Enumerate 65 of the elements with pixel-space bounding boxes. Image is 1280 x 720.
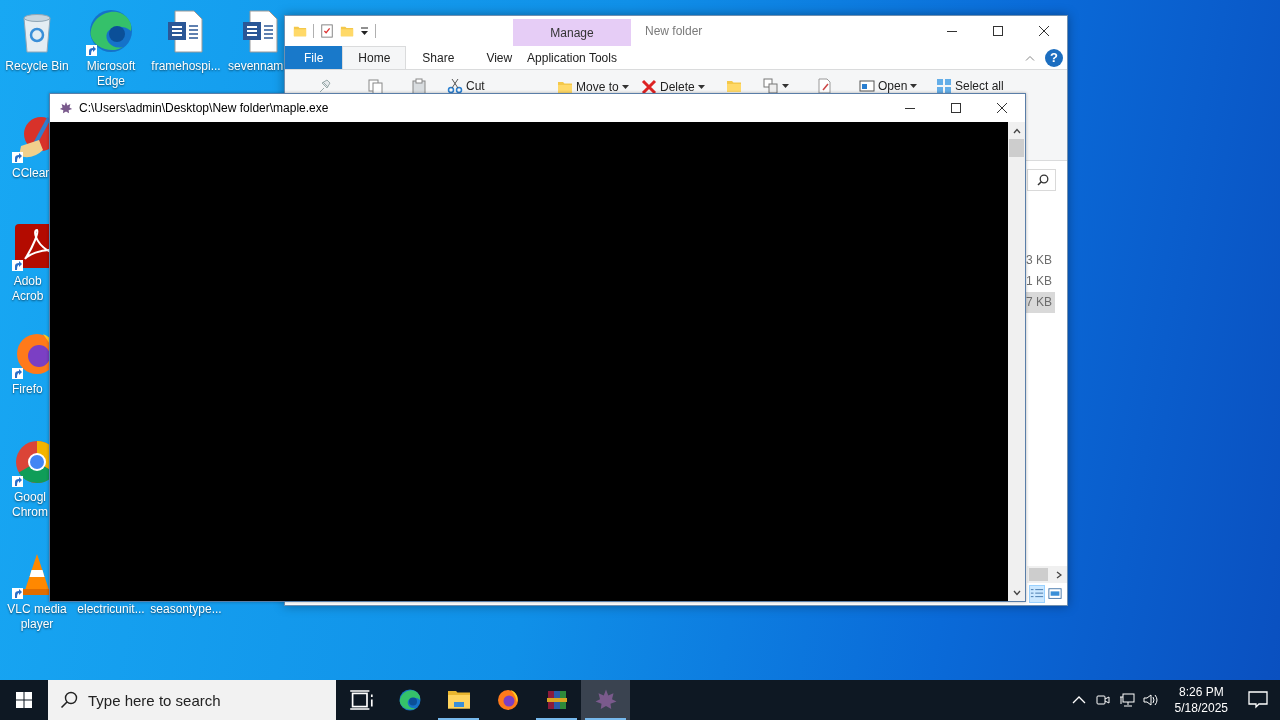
- picture-frame-icon: [1048, 587, 1062, 601]
- window-title: C:\Users\admin\Desktop\New folder\maple.exe: [79, 101, 330, 115]
- speaker-icon[interactable]: [1142, 692, 1159, 708]
- help-button[interactable]: ?: [1045, 48, 1063, 67]
- icon-label[interactable]: VLC media player: [7, 602, 67, 632]
- scroll-thumb[interactable]: [1009, 139, 1024, 157]
- icon-label[interactable]: CClear: [1, 166, 50, 181]
- icon-label[interactable]: Firefo: [1, 382, 43, 397]
- task-view-icon: [348, 688, 373, 712]
- search-icon: [60, 691, 78, 709]
- icon-label[interactable]: Recycle Bin: [5, 59, 69, 74]
- delete-icon: [641, 78, 657, 95]
- clock-time[interactable]: 8:26 PM: [1178, 684, 1224, 700]
- icon-label[interactable]: sevennam: [225, 59, 284, 74]
- chevron-right-icon: [1055, 570, 1062, 579]
- open-button[interactable]: Open: [859, 77, 936, 94]
- properties-icon[interactable]: [320, 24, 334, 38]
- icon-label[interactable]: seasontype...: [150, 602, 222, 617]
- books-icon: [544, 688, 569, 712]
- browser-icon: [495, 688, 520, 712]
- scissors-icon: [447, 77, 463, 94]
- icon-label[interactable]: electricunit...: [77, 602, 145, 617]
- horizontal-scrollbar[interactable]: [1027, 566, 1067, 583]
- file-size: 3 KB: [1025, 252, 1053, 269]
- scroll-thumb[interactable]: [1029, 568, 1048, 581]
- folder-icon: [446, 688, 471, 712]
- select-all-button[interactable]: Select all: [936, 77, 1036, 94]
- file-size: 1 KB: [1025, 273, 1053, 290]
- contextual-tab-header: Manage: [513, 19, 631, 46]
- ribbon-tab[interactable]: File: [285, 46, 343, 69]
- grid-icon: [936, 77, 952, 94]
- ribbon-tab[interactable]: Share: [406, 46, 471, 69]
- maximize-icon: [993, 26, 1003, 36]
- folder-icon: [293, 24, 307, 38]
- icon-label[interactable]: Adob Acrob: [1, 274, 44, 304]
- icon-label[interactable]: Googl Chrom: [1, 490, 48, 520]
- search-input[interactable]: Type here to search: [88, 681, 318, 719]
- camera-icon[interactable]: [1094, 692, 1111, 708]
- browser-icon[interactable]: [87, 7, 135, 55]
- chevron-up-icon: [1012, 127, 1021, 134]
- close-icon: [997, 103, 1007, 113]
- window-title: New folder: [644, 24, 704, 38]
- vertical-scrollbar[interactable]: [1008, 122, 1025, 601]
- search-field[interactable]: Type here to search: [48, 680, 336, 720]
- caret-icon[interactable]: [360, 26, 369, 36]
- icon-label[interactable]: framehospi...: [151, 59, 221, 74]
- maximize-icon: [951, 103, 961, 113]
- browser-icon: [397, 688, 422, 712]
- pdf-app-icon[interactable]: [13, 222, 49, 270]
- ribbon-tab[interactable]: Home: [342, 46, 407, 69]
- search-icon: [1037, 174, 1049, 186]
- delete-button[interactable]: Delete: [641, 78, 726, 95]
- network-icon[interactable]: [1118, 692, 1135, 708]
- details-view-button[interactable]: [1029, 585, 1045, 603]
- speech-bubble-icon: [1248, 691, 1268, 709]
- search-field[interactable]: [1027, 169, 1056, 191]
- ribbon-tab[interactable]: Application Tools: [513, 46, 631, 69]
- leaf-icon: [59, 101, 73, 115]
- clock-date[interactable]: 5/18/2025: [1174, 700, 1228, 716]
- leaf-button[interactable]: [581, 680, 630, 720]
- start-icon: [16, 692, 32, 708]
- chevron-down-icon: [1012, 589, 1021, 596]
- icon-label[interactable]: Microsoft Edge: [86, 59, 136, 89]
- leaf-icon: [593, 688, 618, 712]
- close-icon: [1039, 26, 1049, 36]
